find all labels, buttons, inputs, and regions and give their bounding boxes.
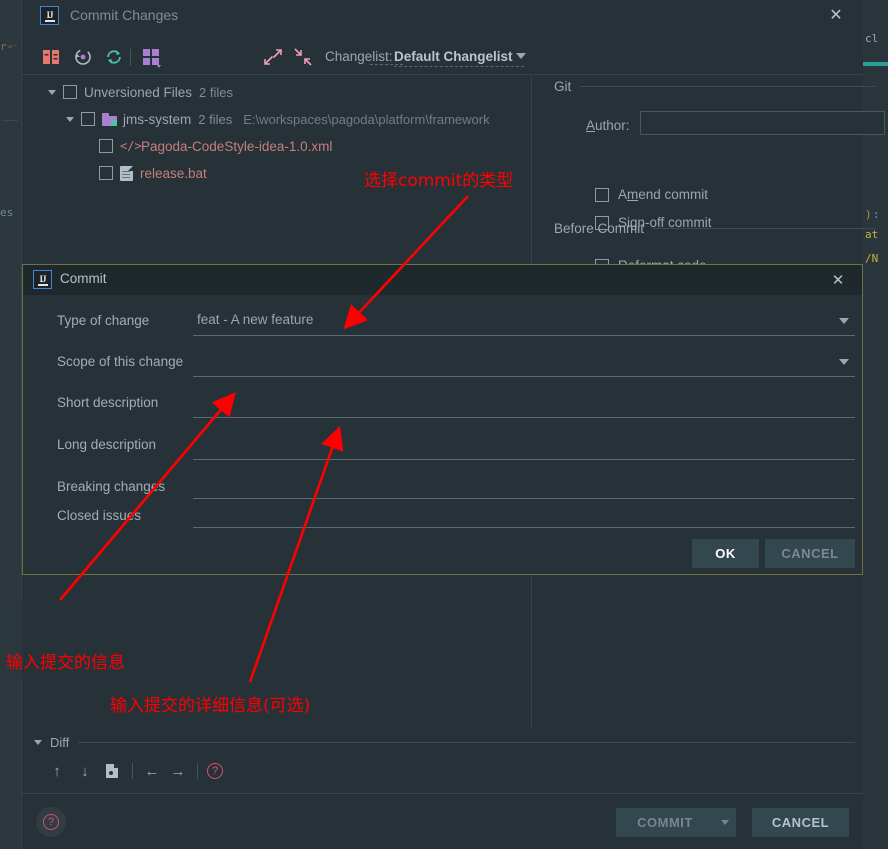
compare-file-icon[interactable] bbox=[102, 761, 122, 781]
type-of-change-value: feat - A new feature bbox=[197, 312, 314, 327]
checkbox-amend-commit[interactable] bbox=[595, 187, 609, 202]
scope-of-change-label: Scope of this change bbox=[57, 354, 184, 369]
commit-button-label: COMMIT bbox=[637, 815, 693, 830]
git-group-title: Git bbox=[554, 79, 572, 94]
closed-issues-label: Closed issues bbox=[57, 508, 142, 523]
expand-all-icon[interactable] bbox=[262, 46, 284, 68]
accept-right-icon[interactable]: → bbox=[168, 761, 188, 781]
amend-commit-label: Amend commit bbox=[618, 187, 709, 202]
checkbox-release-bat[interactable] bbox=[99, 166, 113, 180]
author-label: Author: bbox=[586, 118, 630, 133]
commit-message-dialog: IJ Commit ✕ Type of change feat - A new … bbox=[22, 264, 863, 575]
short-description-input[interactable] bbox=[193, 388, 855, 418]
amend-commit-option[interactable]: Amend commit bbox=[595, 187, 708, 202]
tree-row-count: 2 files bbox=[199, 84, 234, 100]
intellij-idea-icon: IJ bbox=[33, 270, 52, 289]
chevron-down-icon[interactable] bbox=[516, 53, 526, 59]
closed-issues-input[interactable] bbox=[193, 501, 855, 528]
window-titlebar: IJ Commit Changes ✕ bbox=[22, 0, 863, 31]
type-of-change-select[interactable]: feat - A new feature bbox=[193, 306, 855, 336]
long-description-input[interactable] bbox=[193, 430, 855, 460]
tree-row-label: jms-system bbox=[123, 111, 192, 127]
tree-row-unversioned-files[interactable]: Unversioned Files 2 files bbox=[44, 80, 233, 104]
screen: r- es cl ) : at /N IJ Commit Changes ✕ C… bbox=[0, 0, 888, 849]
changelist-label: Changelist: bbox=[325, 49, 393, 64]
scope-of-change-select[interactable] bbox=[193, 347, 855, 377]
prev-change-icon[interactable]: ↑ bbox=[47, 761, 67, 781]
diff-icon[interactable] bbox=[40, 46, 62, 68]
help-icon[interactable]: ? bbox=[36, 807, 66, 837]
chevron-down-icon[interactable] bbox=[839, 318, 849, 324]
divider bbox=[22, 793, 863, 794]
cancel-button[interactable]: CANCEL bbox=[752, 808, 849, 837]
checkbox-unversioned-files[interactable] bbox=[63, 85, 77, 99]
long-description-label: Long description bbox=[57, 437, 157, 452]
short-description-label: Short description bbox=[57, 395, 159, 410]
git-group-header: Git bbox=[554, 79, 876, 94]
commit-dialog-title: Commit bbox=[60, 271, 107, 286]
window-title: Commit Changes bbox=[70, 7, 179, 23]
folder-icon bbox=[102, 112, 117, 126]
tree-row-jms-system[interactable]: jms-system 2 files E:\workspaces\pagoda\… bbox=[62, 107, 490, 131]
diff-toolbar: ↑ ↓ ← → ? bbox=[22, 757, 863, 787]
commit-button[interactable]: COMMIT bbox=[616, 808, 736, 837]
tree-row-label: Unversioned Files bbox=[84, 84, 193, 100]
commit-dialog-ok-button[interactable]: OK bbox=[692, 539, 759, 568]
file-icon bbox=[120, 165, 133, 181]
commit-dialog-cancel-button[interactable]: CANCEL bbox=[765, 539, 855, 568]
divider bbox=[653, 228, 876, 229]
commit-dialog-titlebar: IJ Commit ✕ bbox=[23, 265, 862, 295]
chevron-down-icon[interactable] bbox=[839, 359, 849, 365]
divider bbox=[78, 741, 855, 743]
tree-row-label: release.bat bbox=[140, 165, 207, 181]
collapse-all-icon[interactable] bbox=[292, 46, 314, 68]
revert-icon[interactable] bbox=[72, 46, 94, 68]
checkbox-jms-system[interactable] bbox=[81, 112, 95, 126]
breaking-changes-input[interactable] bbox=[193, 472, 855, 499]
diff-section: Diff ↑ ↓ ← → ? bbox=[22, 729, 863, 799]
annotation-enter-commit-info: 输入提交的信息 bbox=[6, 653, 125, 673]
checkbox-codestyle-xml[interactable] bbox=[99, 139, 113, 153]
breaking-changes-label: Breaking changes bbox=[57, 479, 166, 494]
annotation-enter-commit-detail: 输入提交的详细信息(可选) bbox=[110, 696, 311, 716]
author-field[interactable] bbox=[640, 111, 885, 135]
xml-file-icon: </> bbox=[120, 139, 142, 153]
annotation-select-commit-type: 选择commit的类型 bbox=[364, 171, 514, 191]
divider bbox=[580, 86, 876, 87]
diff-title: Diff bbox=[50, 734, 70, 750]
bottom-bar: ? COMMIT CANCEL bbox=[22, 796, 863, 849]
chevron-down-icon[interactable] bbox=[714, 820, 736, 825]
group-by-icon[interactable] bbox=[140, 46, 162, 68]
chevron-down-icon[interactable] bbox=[30, 734, 46, 750]
tree-row-count: 2 files bbox=[198, 111, 233, 127]
refresh-icon[interactable] bbox=[103, 46, 125, 68]
tree-row-codestyle-xml[interactable]: </> Pagoda-CodeStyle-idea-1.0.xml bbox=[99, 134, 332, 158]
tree-row-label: Pagoda-CodeStyle-idea-1.0.xml bbox=[141, 138, 333, 154]
toolbar: Changelist: Default Changelist bbox=[22, 40, 863, 74]
ide-editor-left-strip: r- es bbox=[0, 0, 22, 849]
close-icon[interactable]: ✕ bbox=[826, 6, 846, 26]
chevron-down-icon[interactable] bbox=[44, 84, 60, 100]
help-icon[interactable]: ? bbox=[205, 761, 225, 781]
close-icon[interactable]: ✕ bbox=[828, 270, 848, 290]
chevron-down-icon[interactable] bbox=[62, 111, 78, 127]
before-commit-group-title: Before Commit bbox=[554, 221, 645, 236]
next-change-icon[interactable]: ↓ bbox=[75, 761, 95, 781]
diff-header[interactable]: Diff bbox=[30, 734, 855, 750]
type-of-change-label: Type of change bbox=[57, 313, 150, 328]
intellij-idea-icon: IJ bbox=[40, 6, 59, 25]
tree-row-path: E:\workspaces\pagoda\platform\framework bbox=[243, 111, 490, 127]
changelist-value[interactable]: Default Changelist bbox=[394, 49, 513, 64]
accept-left-icon[interactable]: ← bbox=[142, 761, 162, 781]
tree-row-release-bat[interactable]: release.bat bbox=[99, 161, 207, 185]
before-commit-group-header: Before Commit bbox=[554, 221, 876, 236]
